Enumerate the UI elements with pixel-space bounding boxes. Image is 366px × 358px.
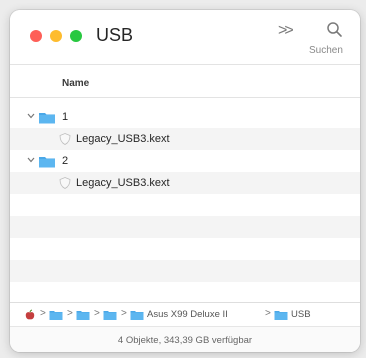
list-item[interactable]: 2 — [10, 150, 360, 172]
empty-row — [10, 238, 360, 260]
chevron-down-icon[interactable] — [27, 113, 35, 119]
file-label: Legacy_USB3.kext — [76, 133, 170, 145]
folder-icon[interactable] — [103, 309, 117, 321]
macos-disk-icon[interactable] — [24, 309, 36, 321]
path-separator: > — [94, 308, 100, 319]
finder-window: USB >> Suchen Name 1 Legacy_USB3.kext 2 … — [10, 10, 360, 352]
search-icon[interactable] — [325, 20, 345, 40]
folder-icon[interactable] — [49, 309, 63, 321]
folder-icon[interactable] — [76, 309, 90, 321]
kext-file-icon — [59, 133, 71, 145]
minimize-button[interactable] — [50, 30, 62, 42]
empty-row — [10, 260, 360, 282]
folder-label: 1 — [62, 111, 69, 123]
window-title: USB — [96, 25, 134, 45]
path-separator: > — [67, 308, 73, 319]
status-bar: 4 Objekte, 343,39 GB verfügbar — [10, 326, 360, 352]
file-label: Legacy_USB3.kext — [76, 177, 170, 189]
path-item-usb[interactable]: USB — [291, 309, 311, 320]
path-separator: > — [40, 308, 46, 319]
column-header: Name — [10, 64, 360, 98]
path-separator: > — [121, 308, 127, 319]
column-name-header[interactable]: Name — [62, 78, 89, 89]
folder-label: 2 — [62, 155, 69, 167]
toolbar-overflow-button[interactable]: >> — [278, 22, 294, 40]
close-button[interactable] — [30, 30, 42, 42]
list-item[interactable]: Legacy_USB3.kext — [10, 172, 360, 194]
path-item-asus[interactable]: Asus X99 Deluxe II — [147, 309, 228, 320]
list-item[interactable]: Legacy_USB3.kext — [10, 128, 360, 150]
search-label: Suchen — [309, 45, 343, 56]
folder-icon — [39, 157, 55, 168]
list-item[interactable]: 1 — [10, 106, 360, 128]
folder-icon[interactable] — [274, 309, 288, 321]
chevron-down-icon[interactable] — [27, 157, 35, 163]
kext-file-icon — [59, 177, 71, 189]
status-text: 4 Objekte, 343,39 GB verfügbar — [117, 335, 253, 346]
titlebar: USB >> Suchen — [10, 10, 360, 64]
path-bar: > > > > Asus X99 Deluxe II > USB — [10, 302, 360, 326]
path-separator: > — [265, 308, 271, 319]
folder-icon — [39, 113, 55, 124]
zoom-button[interactable] — [70, 30, 82, 42]
empty-row — [10, 194, 360, 216]
empty-row — [10, 282, 360, 304]
empty-row — [10, 216, 360, 238]
folder-icon[interactable] — [130, 309, 144, 321]
